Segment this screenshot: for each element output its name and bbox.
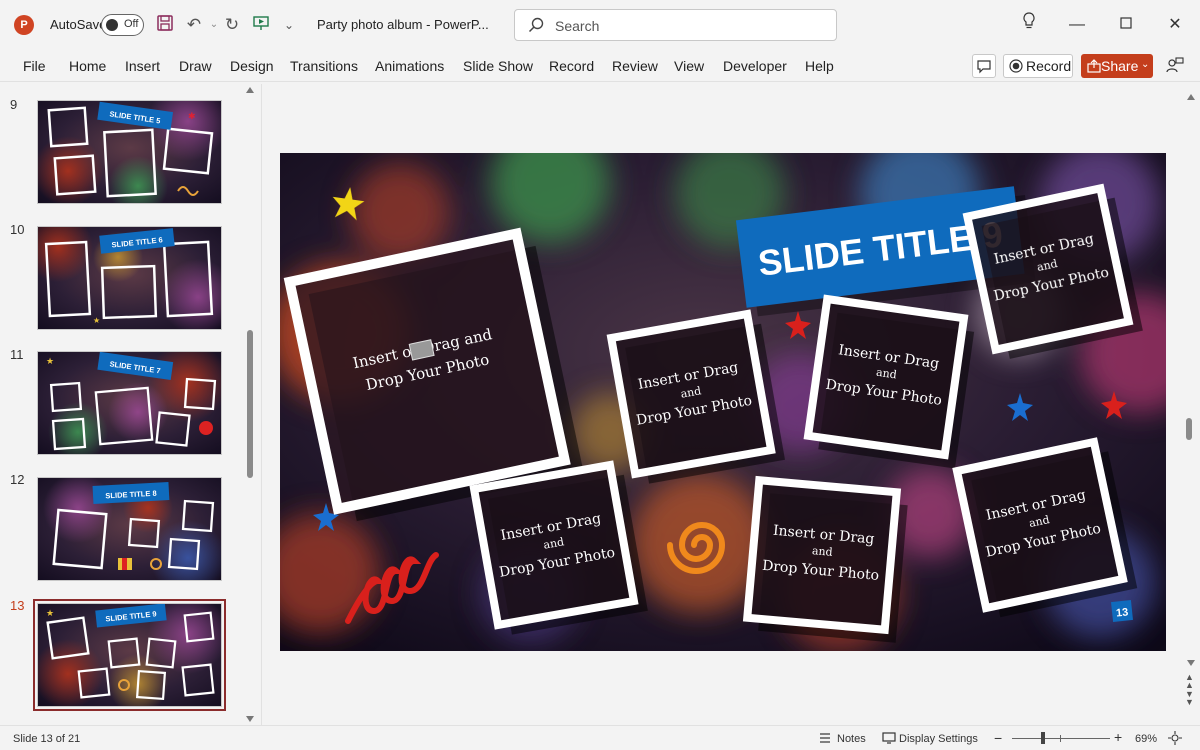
record-icon [1009,59,1023,73]
photo-placeholder[interactable]: Insert or Drag and Drop Your Photo [952,437,1138,619]
tab-transitions[interactable]: Transitions [290,58,358,74]
zoom-level[interactable]: 69% [1135,733,1157,745]
zoom-slider-midpoint [1060,735,1061,742]
title-bar: P AutoSave Off ↶ ⌄ ↻ ⌄ Party photo album… [0,0,1200,50]
panel-scrollbar-thumb[interactable] [247,330,253,478]
zoom-slider-track[interactable] [1012,738,1110,739]
tab-review[interactable]: Review [612,58,658,74]
maximize-button[interactable] [1113,12,1139,38]
tab-developer[interactable]: Developer [723,58,787,74]
slide-thumbnail-10[interactable]: SLIDE TITLE 6 ★ [37,226,222,330]
minimize-button[interactable]: — [1064,12,1090,38]
slide-thumbnail-13[interactable]: SLIDE TITLE 9 ★ [33,599,226,711]
autosave-toggle[interactable]: Off [101,14,144,36]
thumbnail-number: 10 [10,222,25,237]
slide-thumbnail-11[interactable]: SLIDE TITLE 7 ★ [37,351,222,455]
autosave-state: Off [124,18,139,30]
photo-placeholder[interactable]: Insert or Drag and Drop Your Photo [469,460,648,637]
share-dropdown-icon: ⌄ [1141,59,1150,70]
slide-thumbnail-12[interactable]: SLIDE TITLE 8 [37,477,222,581]
powerpoint-logo-icon: P [14,15,34,35]
slide-number: 13 [1115,606,1128,619]
search-input[interactable] [555,16,825,36]
document-title: Party photo album - PowerP... [317,17,489,32]
thumbnail-number: 12 [10,472,25,487]
close-button[interactable]: ✕ [1162,12,1188,38]
photo-placeholder[interactable]: Insert or Drag and Drop Your Photo [742,475,909,643]
main-slide[interactable]: SLIDE TITLE 9 Insert or Drag and Drop Yo… [280,153,1166,651]
fit-to-window-button[interactable] [1168,731,1182,748]
display-settings-label: Display Settings [899,733,978,745]
next-slide-icon[interactable]: ▼ ▼ [1185,690,1194,707]
placeholder-text: and [811,544,833,559]
presenter-button[interactable] [1164,54,1188,78]
zoom-slider-thumb[interactable] [1041,732,1045,744]
zoom-out-button[interactable]: − [994,730,1002,746]
thumbnail-number: 11 [10,347,24,362]
photo-placeholder[interactable]: Insert or Drag and Drop Your Photo [962,183,1143,362]
svg-text:★: ★ [46,356,54,366]
svg-text:★: ★ [93,316,100,325]
autosave-label: AutoSave [50,17,107,32]
tab-record[interactable]: Record [549,58,594,74]
slide-scrollbar[interactable] [1184,88,1194,708]
tab-slide-show[interactable]: Slide Show [463,58,533,74]
slide-number-badge: 13 [1111,600,1133,622]
slide-scroll-up-icon[interactable] [1187,94,1195,100]
presenter-icon [1166,57,1184,73]
photo-placeholder[interactable]: Insert or Drag and Drop Your Photo [606,309,786,486]
search-icon [528,17,544,33]
customize-toolbar-icon[interactable]: ⌄ [278,14,300,36]
fit-to-window-icon [1168,731,1182,745]
display-settings-icon [882,732,896,744]
tab-view[interactable]: View [674,58,704,74]
comment-icon [977,60,991,74]
zoom-in-button[interactable]: + [1114,729,1122,745]
record-label: Record [1026,58,1072,74]
comments-button[interactable] [972,54,996,78]
tab-insert[interactable]: Insert [125,58,160,74]
lightbulb-icon[interactable] [1016,12,1042,38]
save-icon[interactable] [154,14,176,36]
slide-scroll-down-icon[interactable] [1187,660,1195,666]
tab-file[interactable]: File [23,58,46,74]
panel-scrollbar[interactable] [247,87,253,717]
previous-slide-icon[interactable]: ▲ ▲ [1185,673,1194,690]
notes-icon [820,733,830,743]
status-bar: Slide 13 of 21 Notes Display Settings − … [0,725,1200,750]
thumbnail-number: 9 [10,97,18,112]
thumbnail-number-active: 13 [10,598,25,613]
svg-text:✱: ✱ [188,111,196,121]
toggle-knob [106,19,118,31]
share-button[interactable]: Share ⌄ [1081,54,1153,78]
redo-icon[interactable]: ↻ [221,14,243,36]
slide-counter: Slide 13 of 21 [13,733,81,745]
slide-thumbnail-9[interactable]: SLIDE TITLE 5 ✱ [37,100,222,204]
notes-label: Notes [837,733,866,745]
share-label: Share [1101,58,1139,74]
tab-design[interactable]: Design [230,58,274,74]
undo-icon[interactable]: ↶ [183,14,205,36]
tab-animations[interactable]: Animations [375,58,444,74]
tab-home[interactable]: Home [69,58,106,74]
tab-draw[interactable]: Draw [179,58,212,74]
slide-scrollbar-thumb[interactable] [1186,418,1192,440]
present-from-start-icon[interactable] [250,14,272,36]
share-icon [1087,59,1101,73]
search-box[interactable] [514,9,837,41]
svg-text:★: ★ [46,608,54,618]
ribbon-tabs: File Home Insert Draw Design Transitions… [0,50,1200,82]
record-button[interactable]: Record [1003,54,1073,78]
tab-help[interactable]: Help [805,58,834,74]
photo-placeholder[interactable]: Insert or Drag and Drop Your Photo [803,294,975,469]
